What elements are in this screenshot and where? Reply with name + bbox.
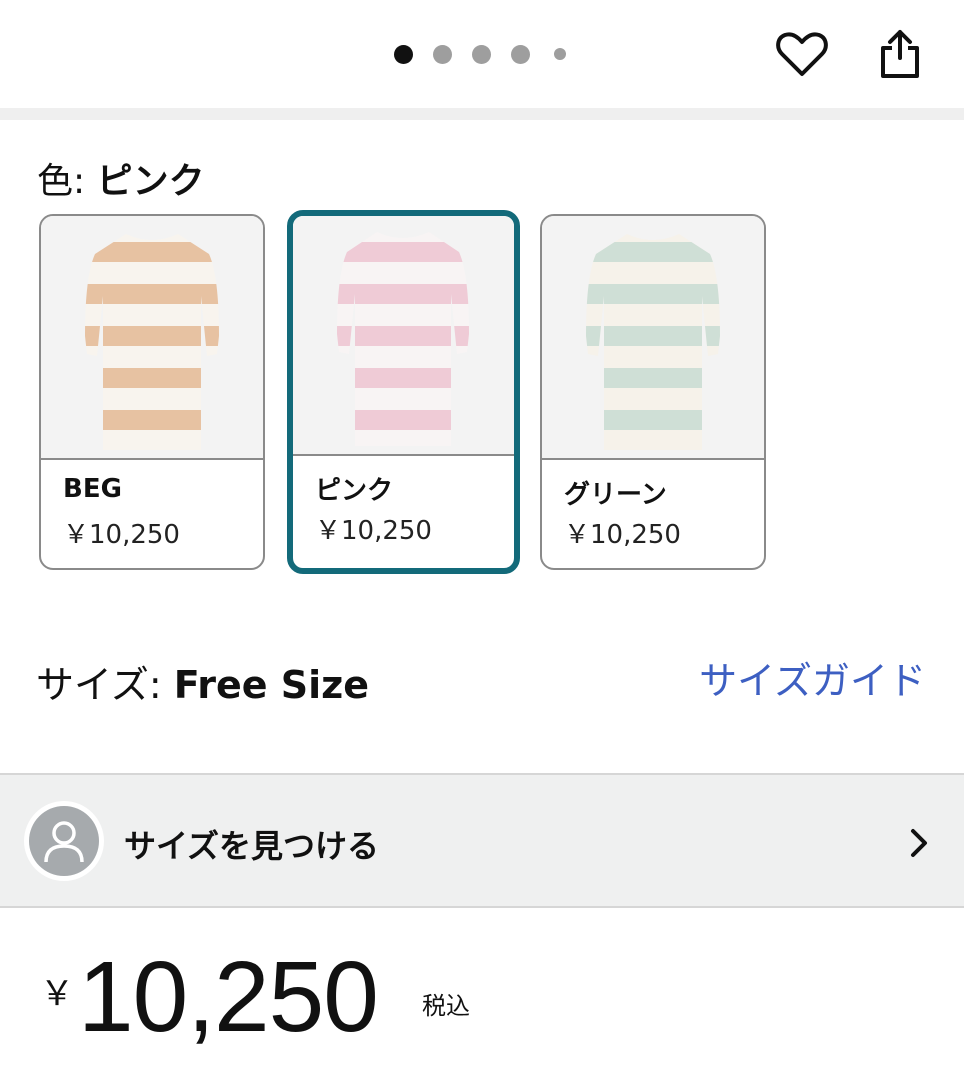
color-swatch-beg[interactable]: BEG ￥10,250 — [39, 214, 265, 570]
carousel-dot-4[interactable] — [511, 44, 530, 64]
selected-size-value: Free Size — [173, 663, 370, 707]
carousel-dot-1[interactable] — [394, 44, 413, 64]
color-swatch-pink[interactable]: ピンク ￥10,250 — [287, 210, 520, 574]
dress-stripe — [337, 368, 469, 388]
size-guide-link[interactable]: サイズガイド — [699, 650, 926, 705]
carousel-dots — [394, 43, 586, 65]
dress-stripe — [85, 284, 219, 304]
dress-image — [293, 232, 514, 456]
favorite-button[interactable] — [772, 24, 832, 84]
dress-stripe — [85, 368, 219, 388]
dress-stripe — [85, 410, 219, 430]
share-icon — [881, 30, 919, 78]
color-option-name: BEG — [63, 474, 122, 504]
dress-image — [542, 234, 764, 460]
tax-included-note: 税込 — [422, 992, 470, 1020]
carousel-dot-2[interactable] — [433, 44, 452, 64]
dress-stripe — [586, 410, 720, 430]
dress-stripe — [586, 326, 720, 346]
product-thumbnail — [41, 216, 263, 460]
find-size-row[interactable]: サイズを見つける — [0, 773, 964, 908]
top-bar — [0, 0, 964, 108]
color-label-prefix: 色: — [37, 161, 97, 202]
dress-stripe — [337, 242, 469, 262]
dress-stripe — [586, 368, 720, 388]
user-avatar-icon — [24, 801, 104, 881]
chevron-right-icon — [911, 829, 927, 857]
dress-image — [41, 234, 263, 460]
dress-stripe — [293, 452, 514, 456]
color-option-price: ￥10,250 — [564, 520, 681, 550]
color-option-price: ￥10,250 — [315, 516, 432, 546]
dress-stripe — [586, 284, 720, 304]
color-swatch-green[interactable]: グリーン ￥10,250 — [540, 214, 766, 570]
dress-stripe — [542, 452, 764, 460]
price-amount: 10,250 — [78, 941, 379, 1053]
dress-stripe — [337, 326, 469, 346]
find-size-label: サイズを見つける — [124, 827, 380, 865]
price-currency: ￥ — [40, 974, 74, 1014]
color-option-name: グリーン — [564, 480, 667, 510]
color-option-name: ピンク — [315, 476, 394, 506]
color-selection-label: 色: ピンク — [37, 152, 205, 204]
color-option-price: ￥10,250 — [63, 520, 180, 550]
dress-stripe — [337, 410, 469, 430]
carousel-dot-3[interactable] — [472, 44, 491, 64]
dress-stripe — [586, 242, 720, 262]
section-divider — [0, 108, 964, 120]
selected-color-value: ピンク — [96, 161, 205, 202]
dress-stripe — [337, 284, 469, 304]
carousel-dot-5[interactable] — [554, 48, 566, 60]
dress-stripe — [85, 242, 219, 262]
size-label-prefix: サイズ: — [36, 663, 174, 707]
product-thumbnail — [293, 216, 514, 456]
share-button[interactable] — [870, 24, 930, 84]
product-thumbnail — [542, 216, 764, 460]
dress-stripe — [85, 326, 219, 346]
heart-icon — [776, 32, 828, 76]
size-selection-label: サイズ: Free Size — [36, 654, 369, 709]
dress-stripe — [41, 452, 263, 460]
